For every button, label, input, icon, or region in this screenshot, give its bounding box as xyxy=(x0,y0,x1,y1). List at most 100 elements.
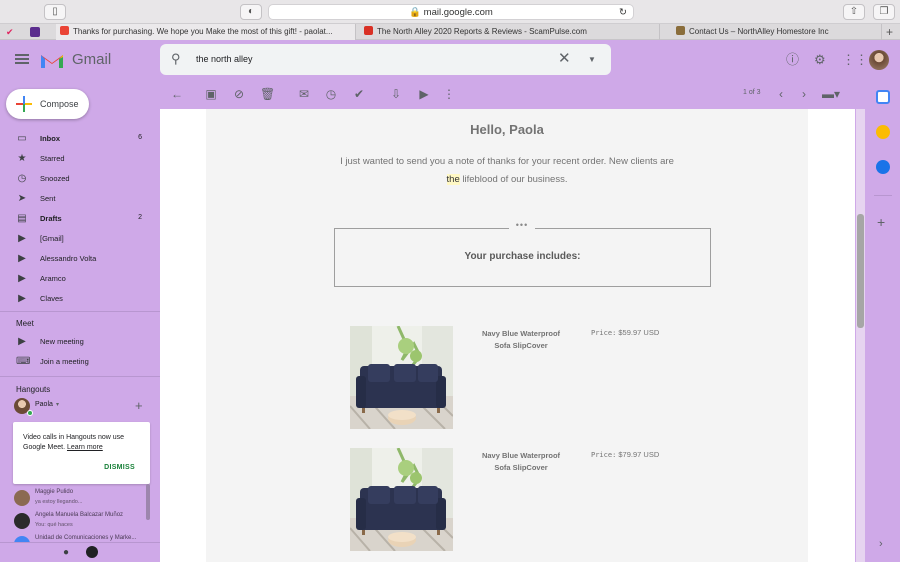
prev-page-icon[interactable]: ‹ xyxy=(774,87,788,101)
hangouts-scrollbar[interactable] xyxy=(146,484,150,520)
address-bar[interactable]: 🔒 mail.google.com ↻ xyxy=(268,4,634,20)
input-tools-icon[interactable]: ▬▾ xyxy=(822,87,840,101)
nav-item-gmail-label[interactable]: ▶ [Gmail] xyxy=(0,229,160,249)
lock-icon: 🔒 xyxy=(409,7,422,18)
sofa-photo-icon xyxy=(350,326,453,429)
nav-label: Starred xyxy=(40,154,65,163)
tab-scampulse[interactable]: The North Alley 2020 Reports & Reviews -… xyxy=(360,24,660,40)
tab-title: Thanks for purchasing. We hope you Make … xyxy=(73,27,333,36)
product-image[interactable] xyxy=(350,326,453,429)
price-value: $59.97 USD xyxy=(618,328,660,337)
status-dropdown-icon[interactable]: ▾ xyxy=(56,401,59,408)
compose-plus-icon xyxy=(16,96,32,112)
tab-gmail-thanks[interactable]: Thanks for purchasing. We hope you Make … xyxy=(56,24,356,40)
gmail-favicon-icon xyxy=(60,26,69,35)
nav-item-inbox[interactable]: ▭ Inbox 6 xyxy=(0,129,160,149)
label-icon[interactable]: ▶ xyxy=(417,87,431,101)
nav-item-sent[interactable]: ➤ Sent xyxy=(0,189,160,209)
new-tab-button[interactable]: + xyxy=(886,25,893,39)
calendar-icon[interactable] xyxy=(876,90,890,104)
inbox-icon: ▭ xyxy=(17,133,27,144)
tasks-icon[interactable] xyxy=(876,160,890,174)
hangouts-user[interactable]: Paola ▾ + xyxy=(14,397,154,416)
more-options-icon[interactable]: ⋮ xyxy=(442,87,456,101)
pinned-tab-icon[interactable]: ✔ xyxy=(6,27,16,37)
next-page-icon[interactable]: › xyxy=(797,87,811,101)
tab-northalley-contact[interactable]: Contact Us – NorthAlley Homestore Inc xyxy=(672,24,882,40)
pinned-tab-icon[interactable] xyxy=(30,27,40,37)
label-icon: ▶ xyxy=(18,293,26,304)
mark-unread-icon[interactable]: ✉ xyxy=(297,87,311,101)
hangouts-section-title: Hangouts xyxy=(16,385,51,394)
nav-item-aramco[interactable]: ▶ Aramco xyxy=(0,269,160,289)
hangouts-bottom-bar: ● xyxy=(0,542,160,562)
nav-item-starred[interactable]: ★ Starred xyxy=(0,149,160,169)
hangouts-contact[interactable]: Angela Manuela Balcazar Muñoz You: qué h… xyxy=(14,510,154,532)
compose-button[interactable]: Compose xyxy=(6,89,89,119)
hangouts-contact[interactable]: Maggie Pulido ya estoy llegando... xyxy=(14,487,154,509)
apps-grid-icon[interactable]: ⋮⋮ xyxy=(842,52,868,68)
meet-join-meeting[interactable]: ⌨ Join a meeting xyxy=(0,352,160,372)
search-options-icon[interactable]: ▼ xyxy=(588,52,596,68)
search-input[interactable]: the north alley xyxy=(196,54,253,64)
tab-title: Contact Us – NorthAlley Homestore Inc xyxy=(689,27,829,36)
price-label: Price: xyxy=(591,451,617,459)
delete-icon[interactable]: 🗑 xyxy=(260,87,275,101)
label-icon: ▶ xyxy=(18,273,26,284)
gmail-wordmark: Gmail xyxy=(72,51,112,68)
share-button[interactable]: ⇧ xyxy=(843,4,865,20)
product-name: Navy Blue Waterproof Sofa SlipCover xyxy=(481,451,561,472)
contact-name: Maggie Pulido xyxy=(35,489,74,495)
clock-icon: ◷ xyxy=(17,173,27,184)
report-spam-icon[interactable]: ⊘ xyxy=(232,87,246,101)
nav-label: [Gmail] xyxy=(40,234,64,243)
contact-name: Angela Manuela Balcazar Muñoz xyxy=(35,512,124,518)
archive-icon[interactable]: ▣ xyxy=(204,87,218,101)
sidebar-toggle-button[interactable]: ▯ xyxy=(44,4,66,20)
reload-icon[interactable]: ↻ xyxy=(619,5,627,20)
product-price: Price: $59.97 USD xyxy=(591,328,659,337)
keep-icon[interactable] xyxy=(876,125,890,139)
nav-item-drafts[interactable]: ▤ Drafts 2 xyxy=(0,209,160,229)
email-scrollbar-track[interactable] xyxy=(856,109,865,562)
star-icon: ★ xyxy=(17,153,27,164)
product-price: Price: $79.97 USD xyxy=(591,450,659,459)
snooze-icon[interactable]: ◷ xyxy=(324,87,338,101)
dismiss-button[interactable]: DISMISS xyxy=(104,464,135,471)
hangouts-user-name: Paola xyxy=(35,401,53,408)
clear-search-icon[interactable]: ✕ xyxy=(558,51,571,67)
account-avatar[interactable] xyxy=(869,50,889,70)
help-icon[interactable]: ⓘ xyxy=(786,52,799,68)
product-image[interactable] xyxy=(350,448,453,551)
add-addon-plus-icon[interactable]: + xyxy=(877,214,885,230)
learn-more-link[interactable]: Learn more xyxy=(67,444,103,451)
email-body: Hello, Paola I just wanted to send you a… xyxy=(206,109,808,562)
online-status-icon xyxy=(27,410,33,416)
search-box[interactable]: ⚲ the north alley ✕ ▼ xyxy=(160,44,611,75)
meet-new-meeting[interactable]: ▶ New meeting xyxy=(0,332,160,352)
nav-label: New meeting xyxy=(40,337,84,346)
add-task-icon[interactable]: ✔ xyxy=(352,87,366,101)
email-scrollbar-thumb[interactable] xyxy=(857,214,864,328)
main-menu-icon[interactable] xyxy=(15,54,29,64)
nav-divider xyxy=(0,376,160,377)
search-icon[interactable]: ⚲ xyxy=(171,51,181,67)
privacy-shield-icon[interactable]: ◐ xyxy=(240,4,262,20)
keyboard-icon: ⌨ xyxy=(16,356,31,367)
settings-gear-icon[interactable]: ⚙ xyxy=(814,52,826,68)
new-conversation-plus-icon[interactable]: + xyxy=(135,398,143,413)
nav-item-claves[interactable]: ▶ Claves xyxy=(0,289,160,309)
back-arrow-icon[interactable]: ← xyxy=(170,87,184,101)
nav-divider xyxy=(0,311,160,312)
avatar xyxy=(14,513,30,529)
show-trimmed-content-button[interactable]: ••• xyxy=(509,221,535,232)
expand-side-panel-icon[interactable]: › xyxy=(879,538,883,550)
tab-title: The North Alley 2020 Reports & Reviews -… xyxy=(377,27,587,36)
move-to-icon[interactable]: ⇩ xyxy=(389,87,403,101)
contacts-person-icon[interactable]: ● xyxy=(63,547,69,558)
nav-item-snoozed[interactable]: ◷ Snoozed xyxy=(0,169,160,189)
nav-item-alessandro-volta[interactable]: ▶ Alessandro Volta xyxy=(0,249,160,269)
gmail-logo-icon[interactable] xyxy=(40,52,64,69)
tabs-overview-button[interactable]: ❐ xyxy=(873,4,895,20)
hangouts-chat-icon[interactable] xyxy=(86,546,98,558)
